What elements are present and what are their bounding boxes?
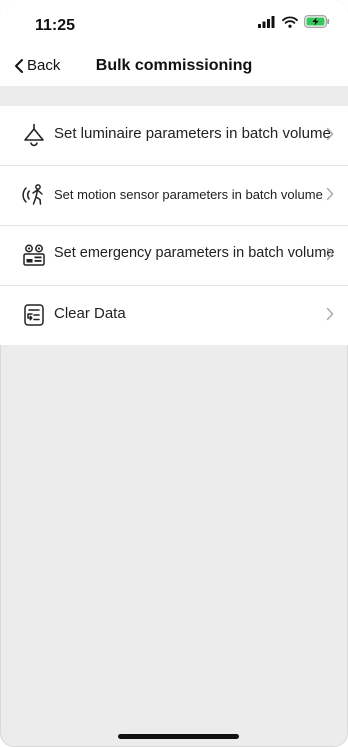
- section-spacer: [0, 86, 348, 106]
- list-item-clear-data[interactable]: Clear Data: [0, 286, 348, 345]
- list-item-label: Set emergency parameters in batch volume: [54, 245, 335, 261]
- phone-screen: 11:25 Back Bulk commissioning Set lumina…: [0, 0, 348, 747]
- battery-icon: [304, 15, 330, 28]
- list-item-emergency[interactable]: Set emergency parameters in batch volume: [0, 226, 348, 286]
- list-item-label: Set motion sensor parameters in batch vo…: [54, 187, 323, 202]
- status-time: 11:25: [35, 17, 76, 34]
- status-bar: 11:25: [0, 0, 348, 46]
- list-item-luminaire[interactable]: Set luminaire parameters in batch volume: [0, 106, 348, 166]
- wifi-icon: [282, 15, 298, 28]
- page-title: Bulk commissioning: [95, 57, 253, 74]
- list-item-label: Clear Data: [54, 305, 126, 322]
- home-indicator[interactable]: [118, 734, 239, 739]
- chevron-right-icon: [326, 187, 334, 201]
- list-item-motion-sensor[interactable]: Set motion sensor parameters in batch vo…: [0, 166, 348, 226]
- chevron-right-icon: [326, 247, 334, 261]
- lamp-icon: [24, 123, 44, 147]
- navigation-bar: Back Bulk commissioning: [0, 46, 348, 86]
- menu-list: Set luminaire parameters in batch volume…: [0, 106, 348, 345]
- chevron-right-icon: [326, 127, 334, 141]
- motion-sensor-icon: [22, 184, 43, 205]
- chevron-right-icon: [326, 307, 334, 321]
- clear-data-icon: [24, 304, 44, 326]
- emergency-device-icon: [23, 244, 45, 266]
- list-item-label: Set luminaire parameters in batch volume: [54, 125, 331, 142]
- signal-icon: [258, 15, 275, 28]
- status-icons: [258, 15, 330, 28]
